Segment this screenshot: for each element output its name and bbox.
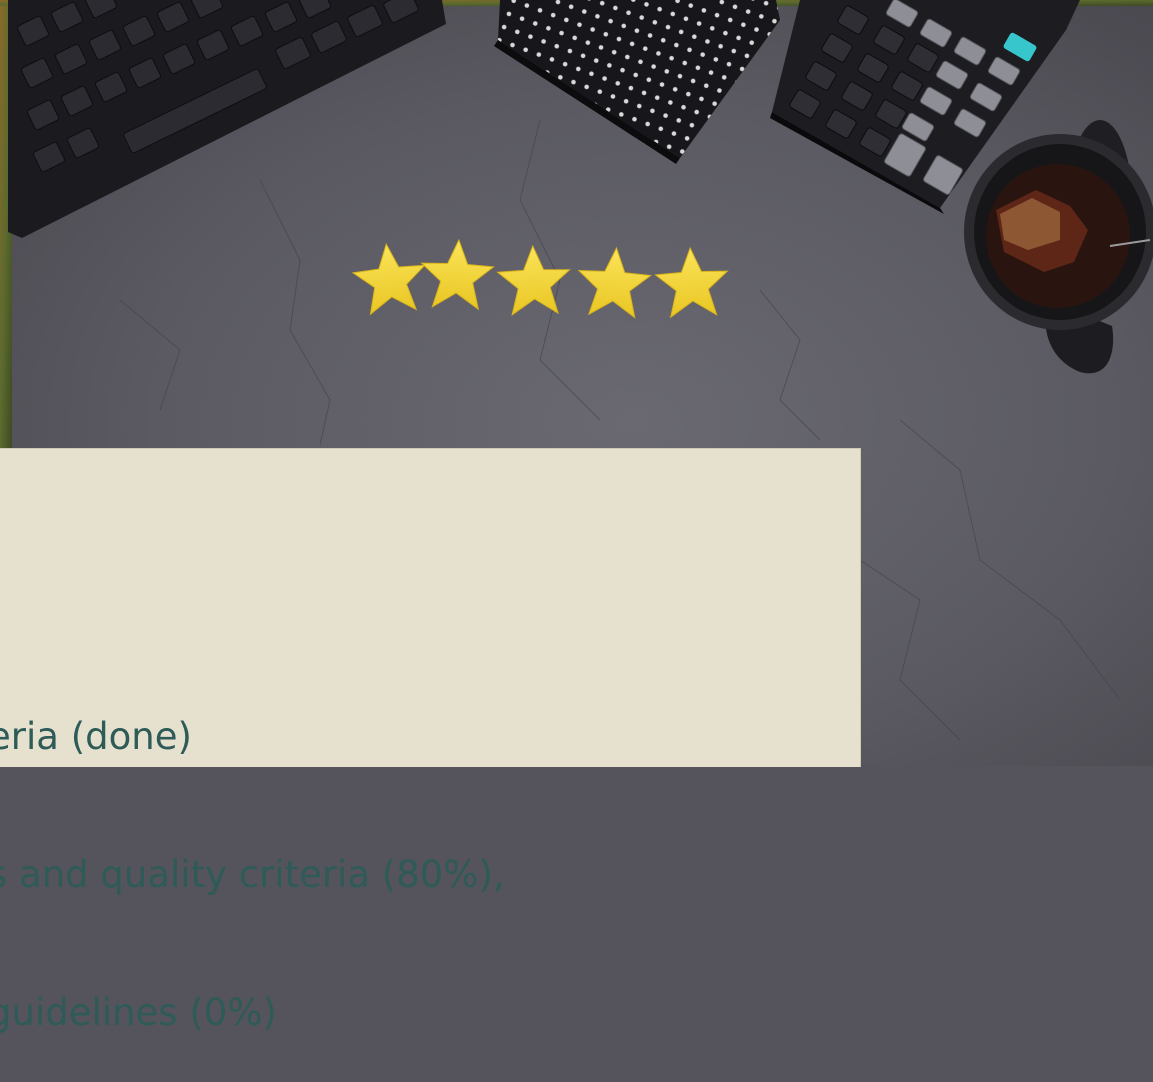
caption-line-2: s and quality criteria (80%), [0, 853, 505, 896]
caption-text: eria (done) s and quality criteria (80%)… [0, 622, 868, 1082]
caption-line-1: eria (done) [0, 715, 192, 758]
caption-line-3: guidelines (0%) [0, 991, 277, 1034]
